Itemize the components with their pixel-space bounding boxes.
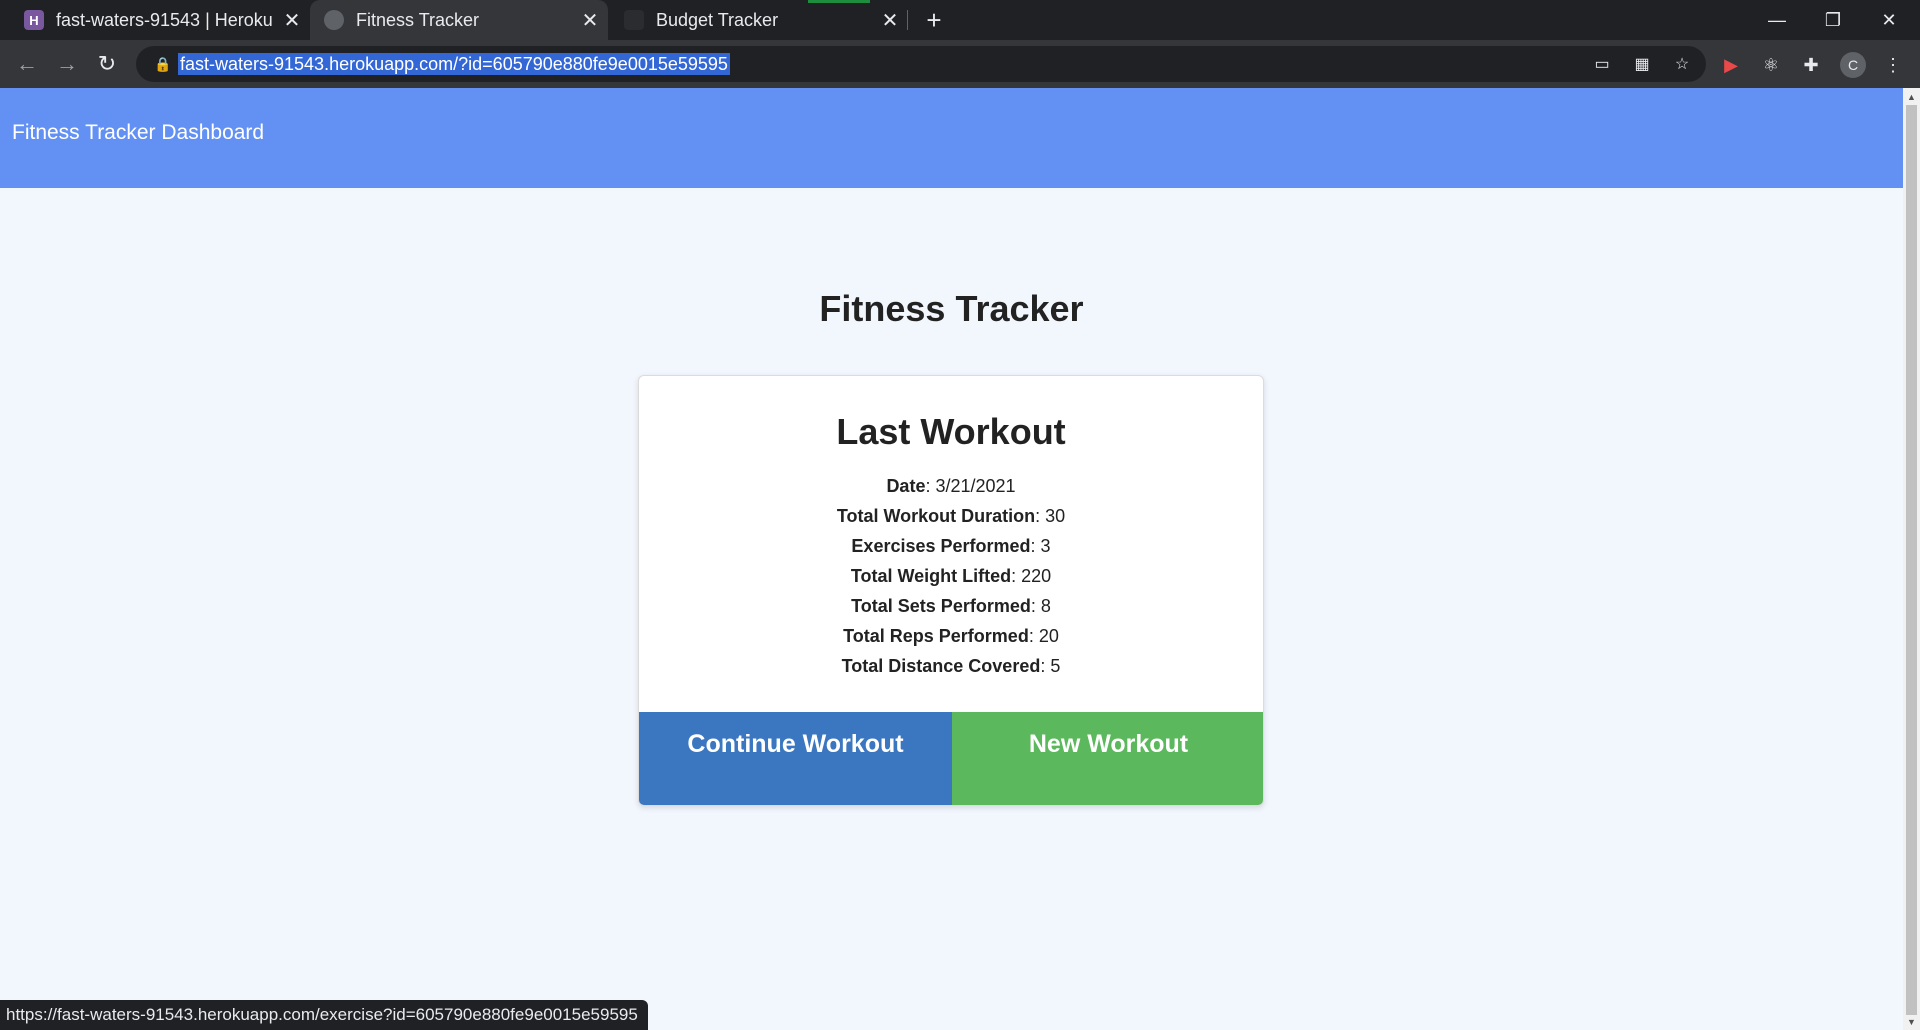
tab-divider	[907, 10, 908, 30]
browser-toolbar: ← → ↻ 🔒 fast-waters-91543.herokuapp.com/…	[0, 40, 1920, 88]
page-navbar: Fitness Tracker Dashboard	[0, 88, 1903, 188]
navbar-brand[interactable]: Fitness Tracker Dashboard	[12, 121, 264, 145]
cast-icon[interactable]: ▭	[1590, 53, 1614, 75]
new-tab-button[interactable]: +	[920, 5, 948, 35]
qr-code-icon[interactable]: ▦	[1630, 53, 1654, 75]
globe-icon	[324, 10, 344, 30]
bookmark-star-icon[interactable]: ☆	[1670, 53, 1694, 75]
workout-stats-list: Date: 3/21/2021 Total Workout Duration: …	[639, 471, 1263, 681]
new-workout-button[interactable]: New Workout	[952, 712, 1263, 805]
stat-exercises-performed: Exercises Performed: 3	[851, 536, 1051, 556]
tab-heroku[interactable]: H fast-waters-91543 | Heroku ✕	[12, 0, 310, 40]
heroku-icon: H	[24, 10, 44, 30]
scrollbar-thumb[interactable]	[1906, 105, 1917, 1015]
tab-fitness-tracker[interactable]: Fitness Tracker ✕	[310, 0, 608, 40]
lock-icon[interactable]: 🔒	[154, 55, 172, 73]
last-workout-card: Last Workout Date: 3/21/2021 Total Worko…	[638, 375, 1264, 806]
scroll-down-icon[interactable]: ▼	[1903, 1013, 1920, 1030]
menu-kebab-icon[interactable]: ⋮	[1880, 52, 1906, 78]
extensions-puzzle-icon[interactable]: ✚	[1798, 52, 1824, 78]
minimize-icon[interactable]: —	[1754, 4, 1800, 36]
reload-icon[interactable]: ↻	[92, 49, 122, 79]
link-status-bar: https://fast-waters-91543.herokuapp.com/…	[0, 1000, 648, 1030]
extension-record-icon[interactable]: ▶	[1718, 52, 1744, 78]
back-icon[interactable]: ←	[12, 49, 42, 79]
tab-title: Budget Tracker	[656, 9, 779, 30]
browser-tab-bar: H fast-waters-91543 | Heroku ✕ Fitness T…	[0, 0, 1920, 40]
continue-workout-button[interactable]: Continue Workout	[639, 712, 952, 805]
stat-total-distance: Total Distance Covered: 5	[841, 656, 1061, 676]
stat-total-weight: Total Weight Lifted: 220	[850, 566, 1052, 586]
tab-title: fast-waters-91543 | Heroku	[56, 9, 272, 30]
forward-icon[interactable]: →	[52, 49, 82, 79]
stat-date: Date: 3/21/2021	[886, 476, 1016, 496]
stat-total-reps: Total Reps Performed: 20	[843, 626, 1059, 646]
stat-total-sets: Total Sets Performed: 8	[851, 596, 1051, 616]
address-bar[interactable]: 🔒 fast-waters-91543.herokuapp.com/?id=60…	[136, 46, 1706, 82]
stat-total-duration: Total Workout Duration: 30	[836, 506, 1066, 526]
close-icon[interactable]: ✕	[280, 8, 304, 32]
budget-icon	[624, 10, 644, 30]
card-title: Last Workout	[836, 411, 1066, 452]
page-scrollbar[interactable]: ▲ ▼	[1903, 88, 1920, 1030]
react-devtools-icon[interactable]: ⚛	[1758, 52, 1784, 78]
tab-loading-indicator	[808, 0, 870, 3]
url-text[interactable]: fast-waters-91543.herokuapp.com/?id=6057…	[178, 53, 730, 75]
scroll-up-icon[interactable]: ▲	[1903, 88, 1920, 105]
tab-title: Fitness Tracker	[356, 9, 480, 30]
page-title: Fitness Tracker	[819, 288, 1084, 329]
restore-icon[interactable]: ❐	[1810, 4, 1856, 36]
close-window-icon[interactable]: ✕	[1866, 4, 1912, 36]
tab-budget-tracker[interactable]: Budget Tracker ✕	[610, 0, 908, 40]
close-icon[interactable]: ✕	[878, 8, 902, 32]
profile-avatar[interactable]: C	[1840, 52, 1866, 78]
card-actions: Continue Workout New Workout	[639, 712, 1263, 805]
close-icon[interactable]: ✕	[578, 8, 602, 32]
